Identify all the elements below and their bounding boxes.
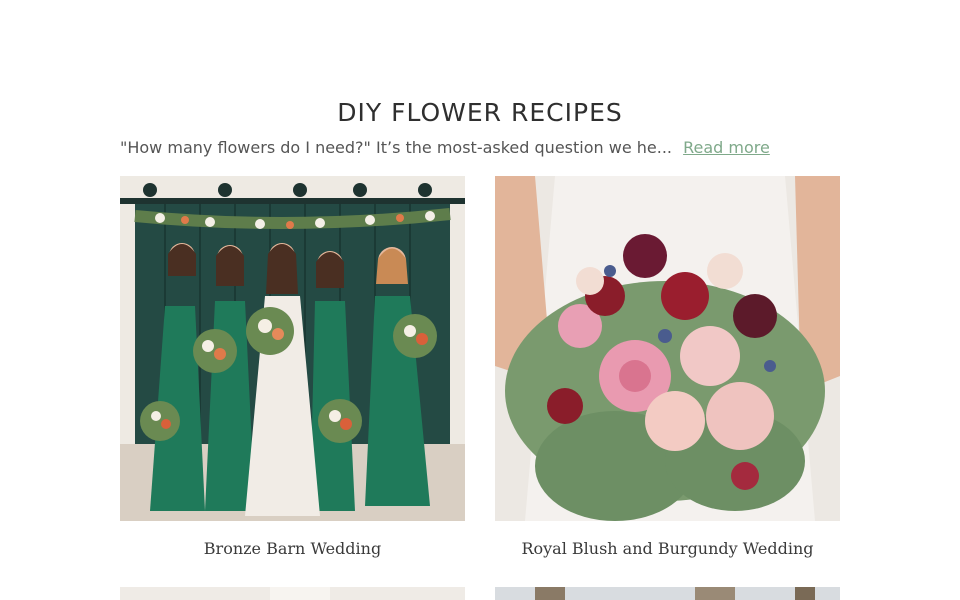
intro-text: "How many flowers do I need?" It’s the m… (120, 138, 840, 157)
recipe-card[interactable]: Bronze Barn Wedding (120, 176, 465, 558)
section-title: DIY FLOWER RECIPES (337, 98, 623, 127)
recipe-title[interactable]: Royal Blush and Burgundy Wedding (495, 539, 840, 558)
recipe-photo[interactable] (120, 587, 465, 600)
read-more-link[interactable]: Read more (683, 138, 770, 157)
bouquet-photo[interactable] (495, 176, 840, 521)
recipe-photo[interactable] (495, 587, 840, 600)
page: DIY FLOWER RECIPES "How many flowers do … (0, 0, 960, 600)
recipe-card[interactable]: Royal Blush and Burgundy Wedding (495, 176, 840, 558)
recipe-title[interactable]: Bronze Barn Wedding (120, 539, 465, 558)
bridal-party-photo[interactable] (120, 176, 465, 521)
recipe-card[interactable] (495, 587, 840, 600)
intro-snippet: "How many flowers do I need?" It’s the m… (120, 138, 672, 157)
recipe-card[interactable] (120, 587, 465, 600)
